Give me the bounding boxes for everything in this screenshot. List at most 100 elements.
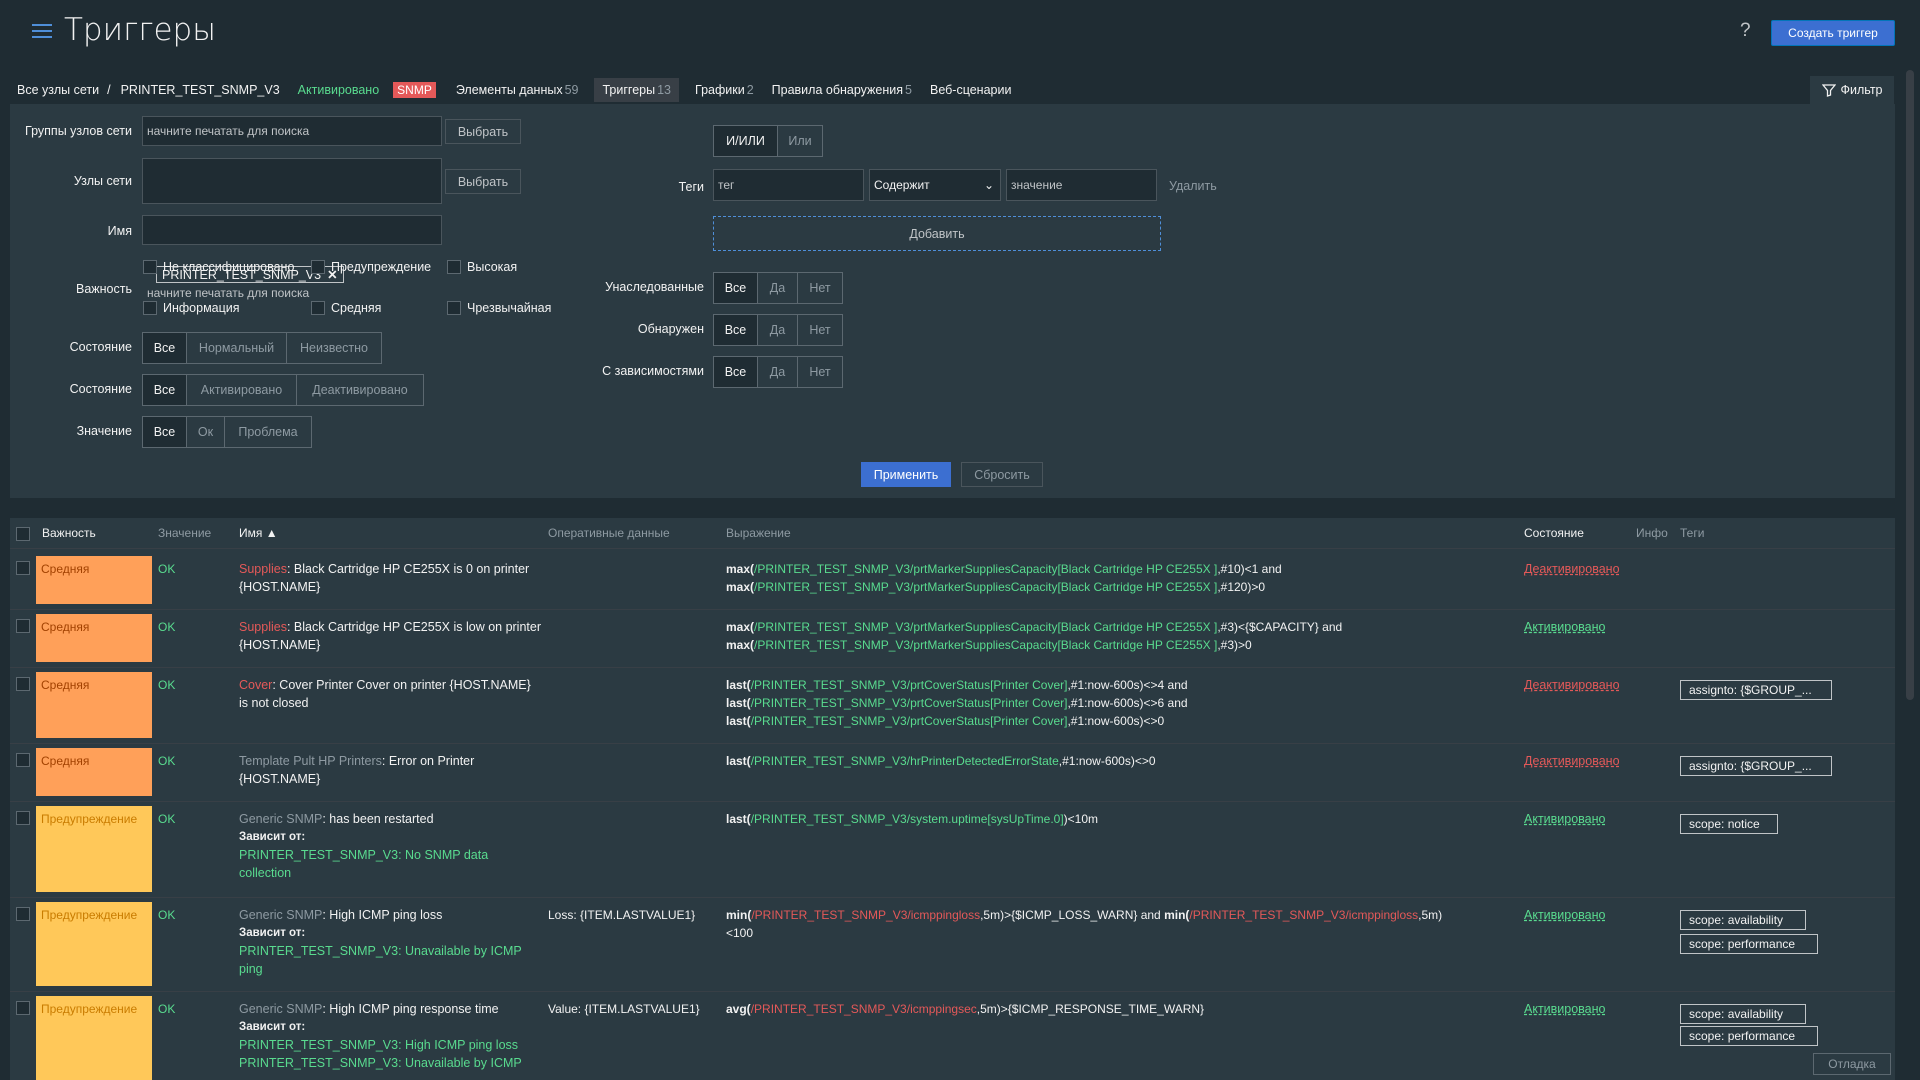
severity-warning-checkbox[interactable]: Предупреждение xyxy=(311,260,431,274)
status-link[interactable]: Деактивировано xyxy=(1524,754,1620,768)
status-link[interactable]: Активировано xyxy=(1524,1002,1606,1016)
tag-badge[interactable]: scope: performance xyxy=(1680,934,1818,954)
trigger-name[interactable]: Generic SNMP: High ICMP ping loss Зависи… xyxy=(239,906,541,978)
column-severity[interactable]: Важность xyxy=(42,518,96,548)
state-all[interactable]: Все xyxy=(143,333,187,363)
scrollbar[interactable] xyxy=(1906,70,1914,700)
status-link[interactable]: Деактивировано xyxy=(1524,678,1620,692)
tags-eval-segmented[interactable]: И/ИЛИ Или xyxy=(713,125,823,157)
help-icon[interactable]: ? xyxy=(1740,20,1751,42)
reset-button[interactable]: Сбросить xyxy=(961,462,1043,487)
status-link[interactable]: Активировано xyxy=(1524,620,1606,634)
breadcrumb-all-hosts[interactable]: Все узлы сети xyxy=(17,83,99,97)
name-input[interactable] xyxy=(142,215,442,245)
inherited-yes[interactable]: Да xyxy=(758,273,798,303)
trigger-template-link[interactable]: Generic SNMP xyxy=(239,908,322,922)
status-segmented[interactable]: Все Активировано Деактивировано xyxy=(142,374,424,406)
status-all[interactable]: Все xyxy=(143,375,187,405)
hosts-select-button[interactable]: Выбрать xyxy=(445,169,521,194)
host-status-link[interactable]: Активировано xyxy=(296,83,382,97)
value-ok[interactable]: Ок xyxy=(187,417,225,447)
tab-items[interactable]: Элементы данных 59 xyxy=(454,83,581,97)
status-link[interactable]: Деактивировано xyxy=(1524,562,1620,576)
row-checkbox[interactable] xyxy=(16,677,30,691)
row-checkbox[interactable] xyxy=(16,753,30,767)
dependencies-all[interactable]: Все xyxy=(714,357,758,387)
status-disabled[interactable]: Деактивировано xyxy=(297,375,423,405)
host-groups-select-button[interactable]: Выбрать xyxy=(445,119,521,144)
trigger-template-link[interactable]: Cover xyxy=(239,678,272,692)
tag-value-input[interactable]: значение xyxy=(1006,169,1157,201)
tag-badge[interactable]: scope: notice xyxy=(1680,814,1778,834)
discovered-segmented[interactable]: Все Да Нет xyxy=(713,314,843,346)
severity-average-checkbox[interactable]: Средняя xyxy=(311,301,381,315)
host-groups-input[interactable]: начните печатать для поиска xyxy=(142,116,442,146)
tags-eval-and-or[interactable]: И/ИЛИ xyxy=(714,126,778,156)
row-checkbox[interactable] xyxy=(16,811,30,825)
trigger-name[interactable]: Generic SNMP: High ICMP ping response ti… xyxy=(239,1000,541,1072)
tag-badge[interactable]: assignto: {$GROUP_... xyxy=(1680,680,1832,700)
trigger-template-link[interactable]: Generic SNMP xyxy=(239,812,322,826)
tag-operator-select[interactable]: Содержит ⌄ xyxy=(869,169,1001,201)
dependency-link[interactable]: PRINTER_TEST_SNMP_V3: Unavailable by ICM… xyxy=(239,942,541,978)
tag-remove-button[interactable]: Удалить xyxy=(1169,179,1217,193)
tag-badge[interactable]: scope: availability xyxy=(1680,1004,1806,1024)
inherited-all[interactable]: Все xyxy=(714,273,758,303)
status-link[interactable]: Активировано xyxy=(1524,908,1606,922)
filter-tab[interactable]: Фильтр xyxy=(1810,76,1894,104)
trigger-name[interactable]: Generic SNMP: has been restarted Зависит… xyxy=(239,810,541,882)
severity-not-classified-checkbox[interactable]: Не классифицировано xyxy=(143,260,294,274)
tab-triggers[interactable]: Триггеры 13 xyxy=(594,78,679,102)
status-link[interactable]: Активировано xyxy=(1524,812,1606,826)
status-enabled[interactable]: Активировано xyxy=(187,375,297,405)
trigger-template-link[interactable]: Supplies xyxy=(239,562,287,576)
tab-graphs[interactable]: Графики 2 xyxy=(693,83,756,97)
inherited-no[interactable]: Нет xyxy=(798,273,842,303)
trigger-template-link[interactable]: Supplies xyxy=(239,620,287,634)
state-normal[interactable]: Нормальный xyxy=(187,333,287,363)
discovered-no[interactable]: Нет xyxy=(798,315,842,345)
dependency-link[interactable]: PRINTER_TEST_SNMP_V3: No SNMP data colle… xyxy=(239,846,541,882)
row-checkbox[interactable] xyxy=(16,619,30,633)
select-all-checkbox[interactable] xyxy=(16,527,30,541)
trigger-name[interactable]: Supplies: Black Cartridge HP CE255X is 0… xyxy=(239,560,541,596)
tag-badge[interactable]: scope: availability xyxy=(1680,910,1806,930)
tab-web-scenarios[interactable]: Веб-сценарии xyxy=(928,83,1013,97)
trigger-name[interactable]: Template Pult HP Printers: Error on Prin… xyxy=(239,752,541,788)
severity-disaster-checkbox[interactable]: Чрезвычайная xyxy=(447,301,551,315)
dependency-link[interactable]: PRINTER_TEST_SNMP_V3: Unavailable by ICM… xyxy=(239,1054,541,1072)
trigger-template-link[interactable]: Template Pult HP Printers xyxy=(239,754,382,768)
tags-eval-or[interactable]: Или xyxy=(778,126,822,156)
dependency-link[interactable]: PRINTER_TEST_SNMP_V3: High ICMP ping los… xyxy=(239,1036,541,1054)
hosts-input[interactable] xyxy=(142,158,442,204)
breadcrumb-host[interactable]: PRINTER_TEST_SNMP_V3 xyxy=(119,83,282,97)
tag-name-input[interactable]: тег xyxy=(713,169,864,201)
apply-button[interactable]: Применить xyxy=(861,462,951,487)
dependencies-no[interactable]: Нет xyxy=(798,357,842,387)
discovered-yes[interactable]: Да xyxy=(758,315,798,345)
create-trigger-button[interactable]: Создать триггер xyxy=(1771,20,1895,46)
tag-badge[interactable]: assignto: {$GROUP_... xyxy=(1680,756,1832,776)
tag-badge[interactable]: scope: performance xyxy=(1680,1026,1818,1046)
dependencies-segmented[interactable]: Все Да Нет xyxy=(713,356,843,388)
row-checkbox[interactable] xyxy=(16,907,30,921)
state-segmented[interactable]: Все Нормальный Неизвестно xyxy=(142,332,382,364)
row-checkbox[interactable] xyxy=(16,561,30,575)
debug-button[interactable]: Отладка xyxy=(1813,1053,1891,1075)
column-status[interactable]: Состояние xyxy=(1524,518,1584,548)
inherited-segmented[interactable]: Все Да Нет xyxy=(713,272,843,304)
row-checkbox[interactable] xyxy=(16,1001,30,1015)
value-problem[interactable]: Проблема xyxy=(225,417,311,447)
state-unknown[interactable]: Неизвестно xyxy=(287,333,381,363)
dependencies-yes[interactable]: Да xyxy=(758,357,798,387)
menu-icon[interactable] xyxy=(32,24,52,40)
value-segmented[interactable]: Все Ок Проблема xyxy=(142,416,312,448)
column-value[interactable]: Значение xyxy=(158,518,211,548)
trigger-template-link[interactable]: Generic SNMP xyxy=(239,1002,322,1016)
severity-high-checkbox[interactable]: Высокая xyxy=(447,260,517,274)
value-all[interactable]: Все xyxy=(143,417,187,447)
tab-discovery-rules[interactable]: Правила обнаружения 5 xyxy=(770,83,914,97)
column-name[interactable]: Имя ▲ xyxy=(239,518,278,548)
trigger-name[interactable]: Supplies: Black Cartridge HP CE255X is l… xyxy=(239,618,541,654)
severity-info-checkbox[interactable]: Информация xyxy=(143,301,240,315)
